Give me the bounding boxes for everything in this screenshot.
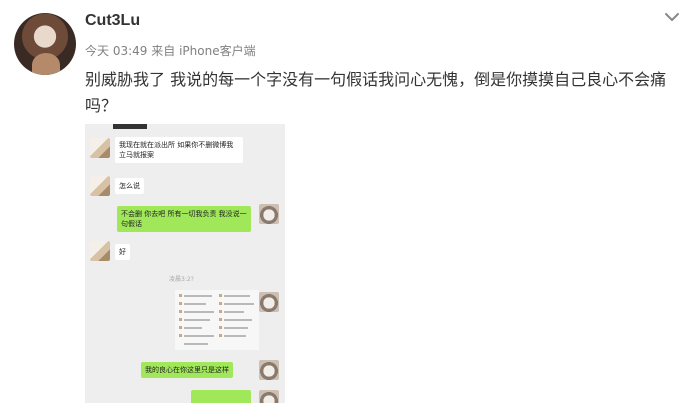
self-avatar bbox=[259, 390, 279, 403]
contact-avatar bbox=[90, 138, 110, 158]
self-avatar bbox=[259, 292, 279, 312]
user-avatar[interactable] bbox=[14, 13, 76, 75]
chat-message-partial bbox=[191, 390, 251, 403]
chat-screenshot-image[interactable]: 我现在就在派出所 如果你不删微博我立马就报案 怎么说 不会删 你去吧 所有一切我… bbox=[85, 124, 285, 403]
source-prefix: 来自 bbox=[151, 44, 176, 58]
post-text: 别威胁我了 我说的每一个字没有一句假话我问心无愧，倒是你摸摸自己良心不会痛吗？ bbox=[85, 70, 667, 115]
chat-message: 怎么说 bbox=[115, 178, 144, 194]
contact-avatar bbox=[90, 176, 110, 196]
chat-message: 不会删 你去吧 所有一切我负责 我没说一句假话 bbox=[117, 206, 251, 232]
post-time[interactable]: 今天 03:49 bbox=[85, 44, 147, 58]
self-avatar bbox=[259, 204, 279, 224]
nested-screenshot bbox=[175, 290, 259, 350]
chat-system-note: 凌晨3:2? bbox=[169, 276, 194, 283]
chat-message: 好 bbox=[115, 244, 130, 260]
post-meta: 今天 03:49 来自 iPhone客户端 bbox=[85, 42, 256, 59]
chat-message: 我现在就在派出所 如果你不删微博我立马就报案 bbox=[115, 137, 243, 163]
contact-avatar bbox=[90, 241, 110, 261]
chevron-down-icon[interactable] bbox=[663, 8, 681, 26]
screenshot-top-bar bbox=[113, 124, 147, 129]
self-avatar bbox=[259, 360, 279, 380]
chat-message: 我的良心在你这里只是这样 bbox=[141, 362, 233, 378]
username[interactable]: Cut3Lu bbox=[85, 12, 140, 30]
post-source[interactable]: iPhone客户端 bbox=[179, 44, 256, 58]
